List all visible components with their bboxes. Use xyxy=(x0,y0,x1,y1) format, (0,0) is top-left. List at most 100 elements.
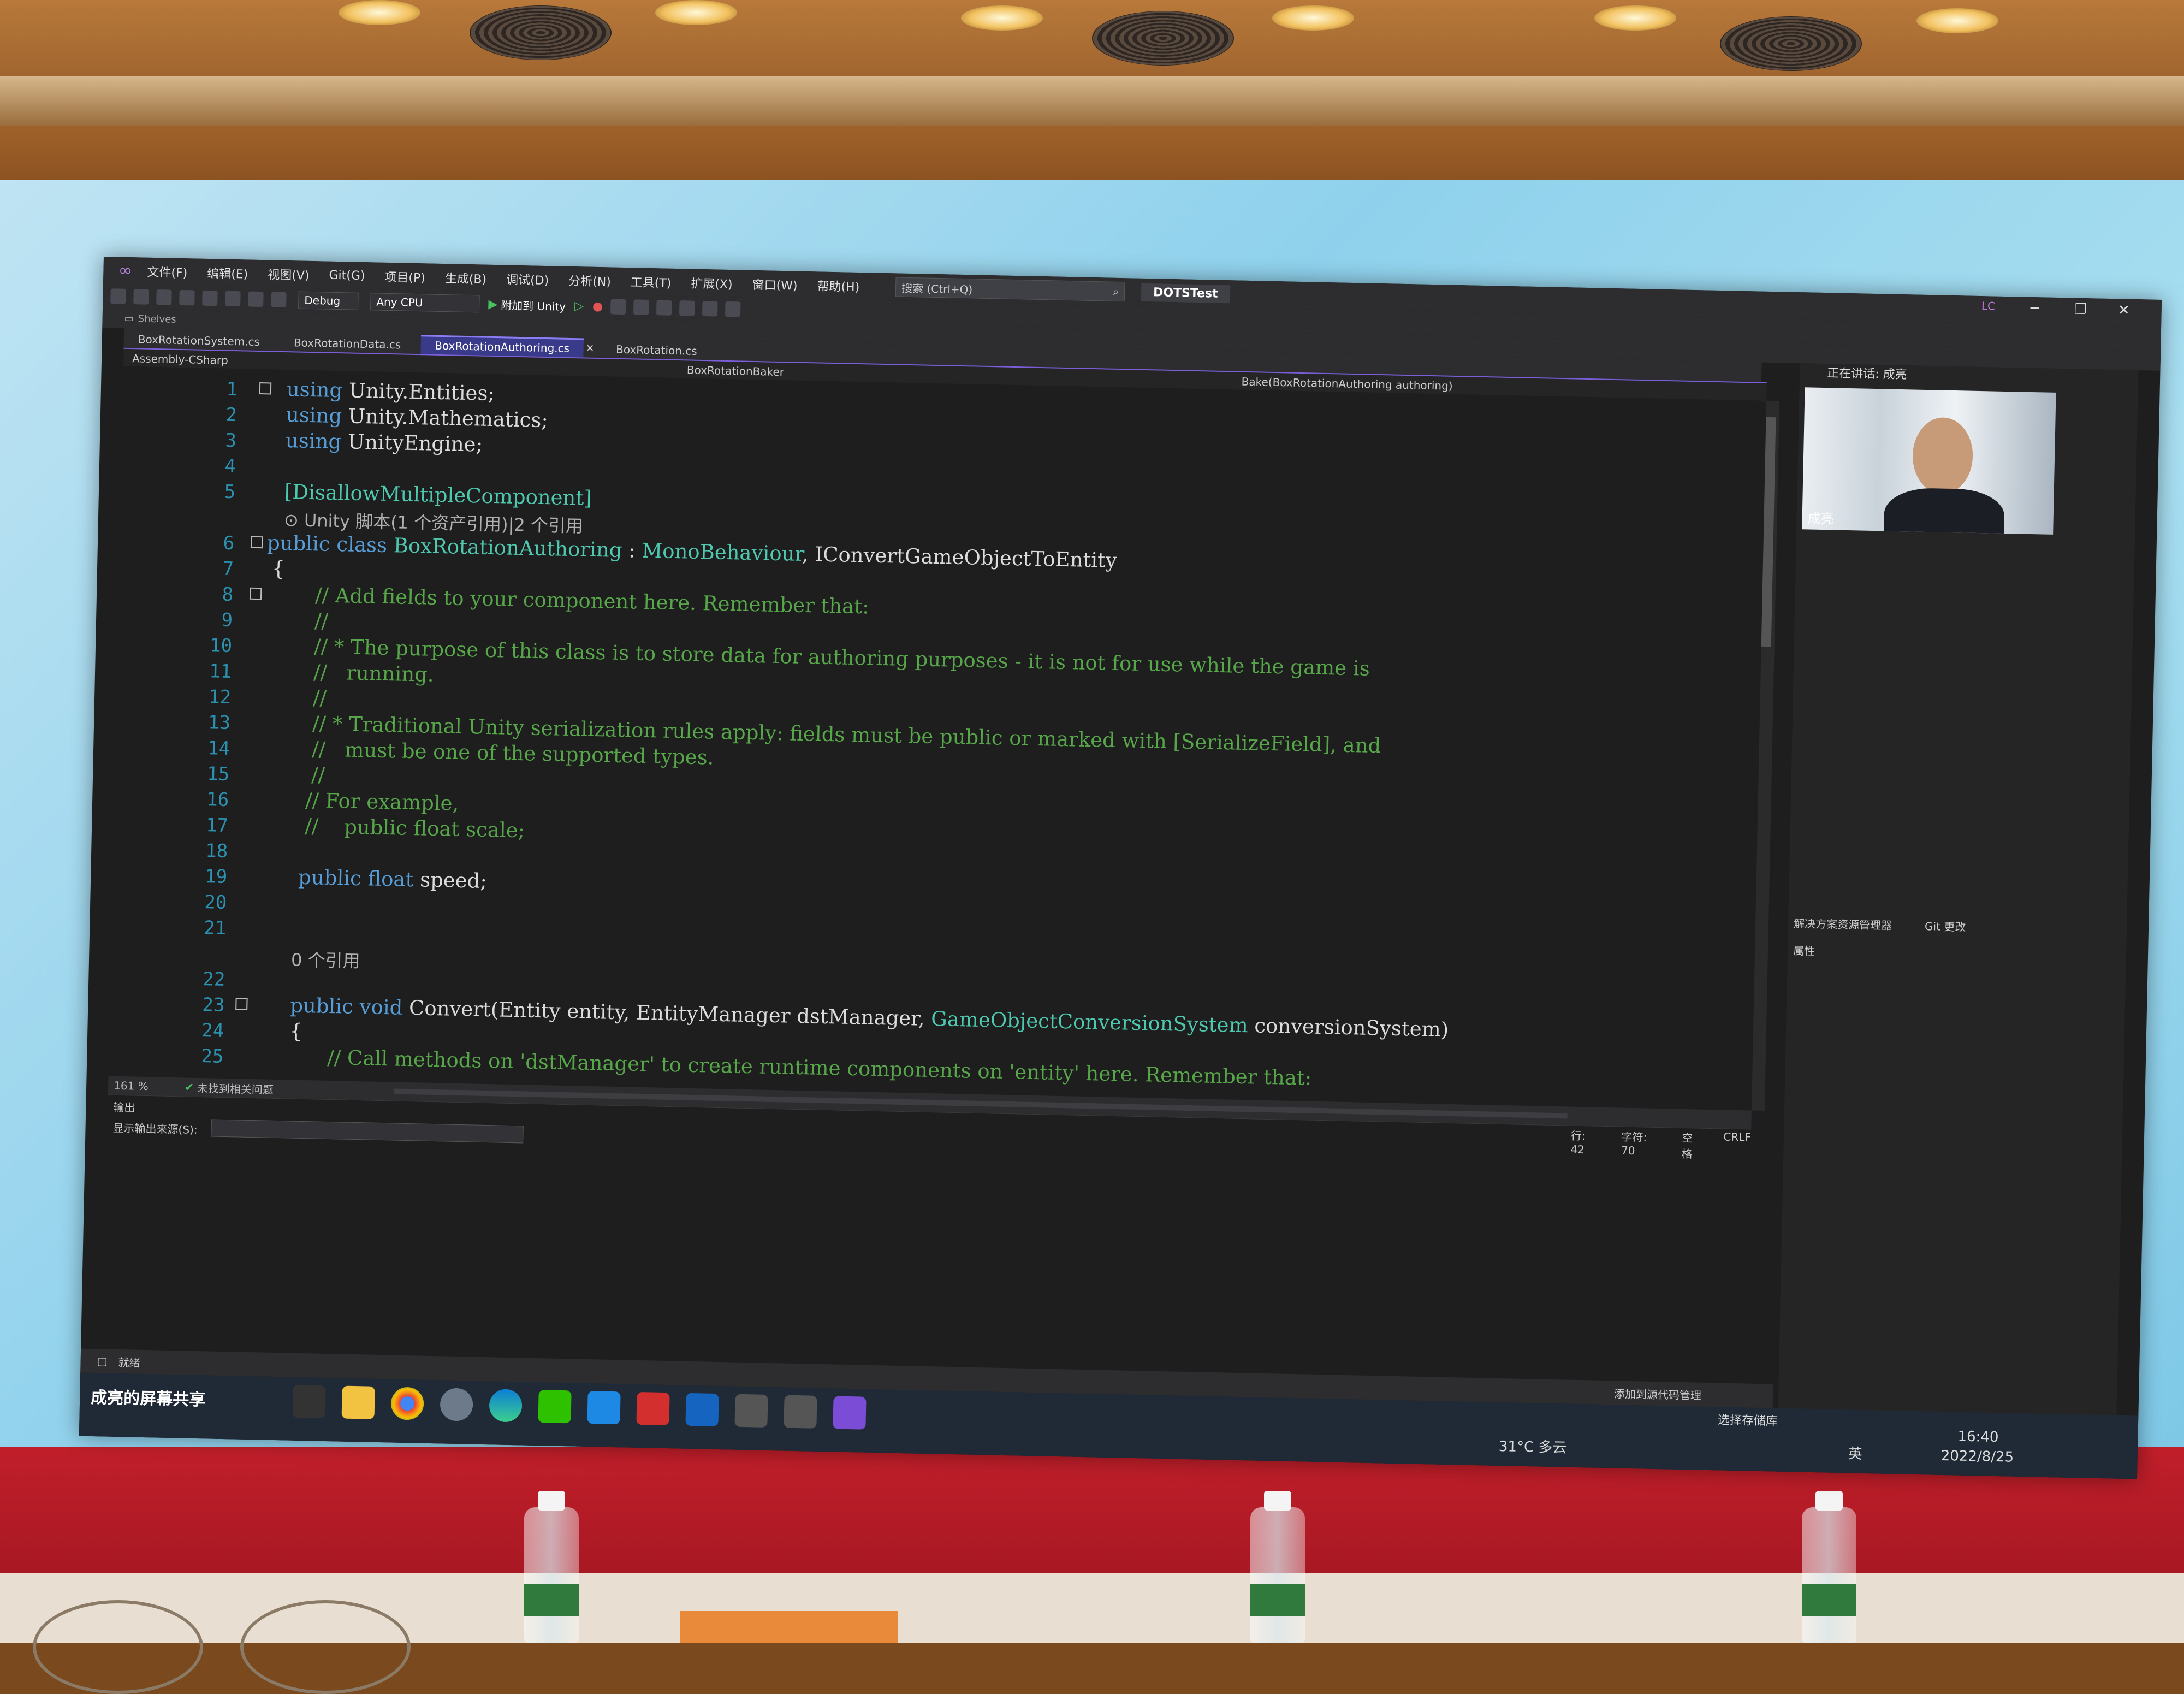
open-icon[interactable] xyxy=(179,289,195,306)
toolbar-icon[interactable] xyxy=(610,299,626,315)
hot-reload-icon[interactable]: ● xyxy=(592,299,603,313)
tab-boxrotationdata[interactable]: BoxRotationData.cs xyxy=(280,334,416,354)
app-icon[interactable] xyxy=(636,1391,670,1426)
code-line-10: // * The purpose of this class is to sto… xyxy=(313,635,1370,680)
clock-time[interactable]: 16:40 xyxy=(1957,1429,1999,1446)
weather-text[interactable]: 31°C 多云 xyxy=(1499,1435,1567,1457)
bookmark-icon[interactable] xyxy=(702,300,718,317)
file-explorer-icon[interactable] xyxy=(341,1385,375,1419)
line-number: 11 xyxy=(209,660,232,683)
line-number: 20 xyxy=(204,891,227,914)
output-source-select[interactable] xyxy=(211,1119,524,1144)
edge-icon[interactable] xyxy=(489,1389,523,1423)
line-number: 1 xyxy=(226,378,238,401)
menu-extensions[interactable]: 扩展(X) xyxy=(691,274,733,293)
line-number: 18 xyxy=(205,840,228,862)
menu-file[interactable]: 文件(F) xyxy=(147,263,187,281)
line-number: 24 xyxy=(201,1020,224,1042)
class-name: BoxRotationAuthoring xyxy=(387,533,622,562)
redo-icon[interactable] xyxy=(271,292,287,308)
undo-icon[interactable] xyxy=(248,291,264,307)
collapse-toggle-icon[interactable] xyxy=(235,998,248,1010)
line-number: 7 xyxy=(222,558,234,581)
new-project-icon[interactable] xyxy=(156,289,172,305)
scrollbar-thumb[interactable] xyxy=(1761,417,1776,647)
line-number: 6 xyxy=(223,532,235,555)
menu-view[interactable]: 视图(V) xyxy=(268,265,310,283)
save-all-icon[interactable] xyxy=(225,291,241,307)
forward-icon[interactable] xyxy=(133,289,149,305)
codelens-references[interactable]: 0 个引用 xyxy=(291,946,360,973)
line-number: 14 xyxy=(207,737,230,760)
unity-icon[interactable] xyxy=(734,1394,768,1428)
close-icon[interactable]: ✕ xyxy=(2117,302,2129,318)
ceiling-light xyxy=(961,5,1043,31)
code-line-11: // running. xyxy=(313,660,435,686)
code-line-7: { xyxy=(271,556,286,581)
tab-solution-explorer[interactable]: 解决方案资源管理器 xyxy=(1794,915,1892,933)
bookmark-icon[interactable] xyxy=(725,301,741,317)
code-text: conversionSystem) xyxy=(1248,1014,1449,1041)
toolbar-icon[interactable] xyxy=(633,299,649,315)
cursor-position: 行: 42 字符: 70 空格 CRLF xyxy=(1570,1127,1751,1163)
menu-edit[interactable]: 编辑(E) xyxy=(207,264,248,282)
back-icon[interactable] xyxy=(110,288,126,304)
line-number: 12 xyxy=(208,686,232,709)
config-value: Debug xyxy=(304,293,341,308)
menu-tools[interactable]: 工具(T) xyxy=(630,273,672,291)
line-number: 22 xyxy=(202,968,225,991)
zoom-level[interactable]: 161 % xyxy=(114,1079,179,1094)
ceiling-vent xyxy=(1720,16,1862,71)
add-source-control-button[interactable]: 添加到源代码管理 xyxy=(1614,1385,1702,1402)
start-without-debug-icon[interactable]: ▷ xyxy=(574,299,584,313)
platform-select[interactable]: Any CPU xyxy=(370,293,480,313)
app-icon[interactable] xyxy=(685,1393,719,1427)
menu-window[interactable]: 窗口(W) xyxy=(752,275,798,294)
clock-date[interactable]: 2022/8/25 xyxy=(1940,1448,2014,1466)
shelves-icon: ▭ xyxy=(124,312,134,324)
toolbar-icon[interactable] xyxy=(656,300,672,316)
code-editor[interactable]: 1 2 3 4 5 6 7 8 9 10 11 12 13 14 15 16 1… xyxy=(108,366,1761,1111)
presenter-body xyxy=(1883,487,2005,535)
user-avatar[interactable]: LC xyxy=(1981,299,1996,313)
menu-build[interactable]: 生成(B) xyxy=(445,269,487,287)
visual-studio-icon[interactable] xyxy=(833,1396,867,1430)
play-icon[interactable]: ▶ xyxy=(488,297,497,311)
menu-help[interactable]: 帮助(H) xyxy=(817,276,859,295)
wechat-icon[interactable] xyxy=(538,1390,572,1424)
line-number: 21 xyxy=(203,917,227,939)
cornice xyxy=(0,76,2184,126)
menu-debug[interactable]: 调试(D) xyxy=(506,270,549,288)
issues-indicator[interactable]: 未找到相关问题 xyxy=(197,1079,361,1098)
collapse-toggle-icon[interactable] xyxy=(249,587,262,600)
tab-close-icon[interactable]: ✕ xyxy=(586,343,595,354)
minimize-icon[interactable]: ─ xyxy=(2030,300,2039,317)
save-icon[interactable] xyxy=(202,290,218,306)
collapse-toggle-icon[interactable] xyxy=(250,536,263,549)
line-number: 4 xyxy=(224,455,236,478)
ime-indicator[interactable]: 英 xyxy=(1848,1442,1862,1463)
app-icon[interactable] xyxy=(587,1391,621,1425)
menu-project[interactable]: 项目(P) xyxy=(384,268,425,286)
line-ending-indicator[interactable]: CRLF xyxy=(1723,1130,1751,1162)
presenter-video: 成亮 xyxy=(1802,387,2056,535)
select-repo-button[interactable]: 选择存储库 xyxy=(1718,1410,1778,1429)
task-view-icon[interactable] xyxy=(292,1384,326,1418)
code-text: speed; xyxy=(413,868,488,893)
maximize-icon[interactable]: ❐ xyxy=(2074,301,2087,318)
tab-boxrotation[interactable]: BoxRotation.cs xyxy=(602,340,711,360)
whitespace-indicator[interactable]: 空格 xyxy=(1681,1129,1701,1162)
tab-git-changes[interactable]: Git 更改 xyxy=(1925,917,1966,934)
menu-git[interactable]: Git(G) xyxy=(329,268,365,282)
chrome-icon[interactable] xyxy=(390,1387,424,1420)
config-select[interactable]: Debug xyxy=(298,291,359,310)
attach-unity-button[interactable]: 附加到 Unity xyxy=(501,297,566,313)
shelves-button[interactable]: Shelves xyxy=(138,313,176,325)
collapse-toggle-icon[interactable] xyxy=(259,382,272,395)
unity-hub-icon[interactable] xyxy=(784,1395,817,1429)
app-icon[interactable] xyxy=(440,1388,473,1421)
toolbar-icon[interactable] xyxy=(679,300,695,316)
menu-analyze[interactable]: 分析(N) xyxy=(568,271,611,290)
screen-share-label: 成亮的屏幕共享 xyxy=(90,1388,206,1410)
search-input[interactable]: 搜索 (Ctrl+Q) ⌕ xyxy=(895,277,1125,302)
